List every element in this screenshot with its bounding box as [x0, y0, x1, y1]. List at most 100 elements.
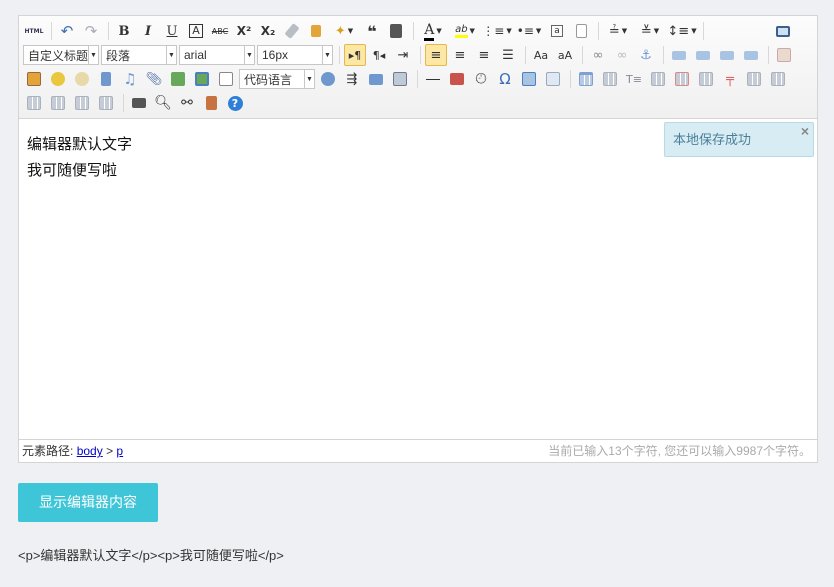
rowspacing-bottom-button[interactable]: ≚ ▼ [635, 20, 665, 42]
gmap-button[interactable] [191, 68, 213, 90]
horizontal-rule-button[interactable] [422, 68, 444, 90]
autotypeset-button[interactable]: ✦ ▼ [329, 20, 359, 42]
eraser-button[interactable] [281, 20, 303, 42]
split-to-rows-button[interactable] [71, 92, 93, 114]
attachment-button[interactable]: 📎︎ [143, 68, 165, 90]
redo-button[interactable]: ↷ [80, 20, 102, 42]
music-button[interactable]: ♫ [119, 68, 141, 90]
subscript-button[interactable]: X₂ [257, 20, 279, 42]
source-html-button[interactable]: HTML [23, 20, 45, 42]
element-path-body-link[interactable]: body [77, 444, 103, 458]
subscript-icon: X₂ [260, 24, 276, 38]
justify-left-button[interactable]: ≡ [425, 44, 447, 66]
paragraph-select[interactable]: 段落 ▼ [101, 45, 177, 65]
pagebreak-button[interactable]: ⇶ [341, 68, 363, 90]
forecolor-button[interactable]: A ▼ [418, 20, 448, 42]
insert-col-button[interactable] [695, 68, 717, 90]
print-button[interactable] [128, 92, 150, 114]
element-path-p-link[interactable]: p [116, 444, 123, 458]
insert-frame-page-button[interactable] [215, 68, 237, 90]
eraser-icon [284, 23, 300, 39]
delete-table-button[interactable] [599, 68, 621, 90]
scrawl-button[interactable] [71, 68, 93, 90]
preview-button[interactable]: 🔍︎ [152, 92, 174, 114]
date-button[interactable] [446, 68, 468, 90]
image-right-button[interactable] [716, 44, 738, 66]
merge-cells-icon [747, 72, 761, 86]
justify-center-button[interactable]: ≡ [449, 44, 471, 66]
lineheight-button[interactable]: ↕≡ ▼ [667, 20, 697, 42]
direction-ltr-button[interactable]: ▸¶ [344, 44, 366, 66]
insert-frame-button[interactable] [773, 44, 795, 66]
merge-right-button[interactable] [767, 68, 789, 90]
background-button[interactable] [389, 68, 411, 90]
editor-content-area[interactable]: 编辑器默认文字 我可随便写啦 [19, 120, 817, 438]
link-button[interactable]: ∞ [587, 44, 609, 66]
help-button[interactable]: ? [224, 92, 246, 114]
anchor-button[interactable]: ⚓ [635, 44, 657, 66]
fullscreen-button[interactable] [772, 20, 794, 42]
justify-right-button[interactable]: ≡ [473, 44, 495, 66]
special-chars-button[interactable]: Ω [494, 68, 516, 90]
merge-down-button[interactable] [23, 92, 45, 114]
content-line-2[interactable]: 我可随便写啦 [27, 158, 809, 184]
image-none-button[interactable] [668, 44, 690, 66]
indent-button[interactable]: ⇥ [392, 44, 414, 66]
fontborder-button[interactable]: A [185, 20, 207, 42]
insert-table-button[interactable] [575, 68, 597, 90]
select-all-button[interactable]: a [546, 20, 568, 42]
align-left-icon: ≡ [430, 47, 442, 63]
show-editor-content-button[interactable]: 显示编辑器内容 [18, 483, 158, 522]
strikethrough-button[interactable]: ABC [209, 20, 231, 42]
image-center-button[interactable] [740, 44, 762, 66]
delete-col-button[interactable]: ╤ [719, 68, 741, 90]
ordered-list-button[interactable]: ⋮≡ ▼ [482, 20, 512, 42]
image-none-icon [672, 50, 686, 60]
touppercase-button[interactable]: Aa [530, 44, 552, 66]
toolbar-separator [598, 22, 599, 40]
brush-icon [311, 25, 321, 37]
tolowercase-button[interactable]: aA [554, 44, 576, 66]
insert-paragraph-before-table-button[interactable]: T≡ [623, 68, 645, 90]
link-icon: ∞ [592, 47, 604, 63]
italic-button[interactable]: I [137, 20, 159, 42]
emotion-button[interactable] [47, 68, 69, 90]
custom-style-select[interactable]: 自定义标题 ▼ [23, 45, 99, 65]
image-left-button[interactable] [692, 44, 714, 66]
merge-cells-button[interactable] [743, 68, 765, 90]
time-button[interactable]: 🕘︎ [470, 68, 492, 90]
drafts-icon [205, 96, 217, 110]
webapp-button[interactable] [317, 68, 339, 90]
code-language-select[interactable]: 代码语言 ▼ [239, 69, 315, 89]
unlink-button[interactable]: ∞ [611, 44, 633, 66]
underline-button[interactable]: U [161, 20, 183, 42]
font-size-select[interactable]: 16px ▼ [257, 45, 333, 65]
split-to-cols-button[interactable] [95, 92, 117, 114]
wordimage-button[interactable] [542, 68, 564, 90]
undo-button[interactable]: ↶ [56, 20, 78, 42]
split-to-cells-button[interactable] [47, 92, 69, 114]
clear-doc-button[interactable] [570, 20, 592, 42]
map-button[interactable] [167, 68, 189, 90]
drafts-button[interactable] [200, 92, 222, 114]
rowspacing-top-button[interactable]: ≟ ▼ [603, 20, 633, 42]
insert-video-button[interactable] [95, 68, 117, 90]
search-replace-button[interactable]: ⚯ [176, 92, 198, 114]
template-button[interactable] [365, 68, 387, 90]
bold-button[interactable]: B [113, 20, 135, 42]
delete-row-button[interactable] [671, 68, 693, 90]
unordered-list-button[interactable]: •≡ ▼ [514, 20, 544, 42]
superscript-button[interactable]: X² [233, 20, 255, 42]
justify-full-button[interactable]: ☰ [497, 44, 519, 66]
insert-row-button[interactable] [647, 68, 669, 90]
simple-upload-button[interactable] [23, 68, 45, 90]
format-brush-button[interactable] [305, 20, 327, 42]
direction-rtl-button[interactable]: ¶◂ [368, 44, 390, 66]
close-icon[interactable]: × [801, 115, 809, 148]
snapscreen-button[interactable] [518, 68, 540, 90]
toolbar-row-1: HTML ↶ ↷ B I U A ABC X² X₂ ✦ ▼ ❝ A ▼ ab ▼ ⋮… [23, 19, 796, 43]
paste-plain-button[interactable] [385, 20, 407, 42]
blockquote-button[interactable]: ❝ [361, 20, 383, 42]
font-family-select[interactable]: arial ▼ [179, 45, 255, 65]
backcolor-button[interactable]: ab ▼ [450, 20, 480, 42]
